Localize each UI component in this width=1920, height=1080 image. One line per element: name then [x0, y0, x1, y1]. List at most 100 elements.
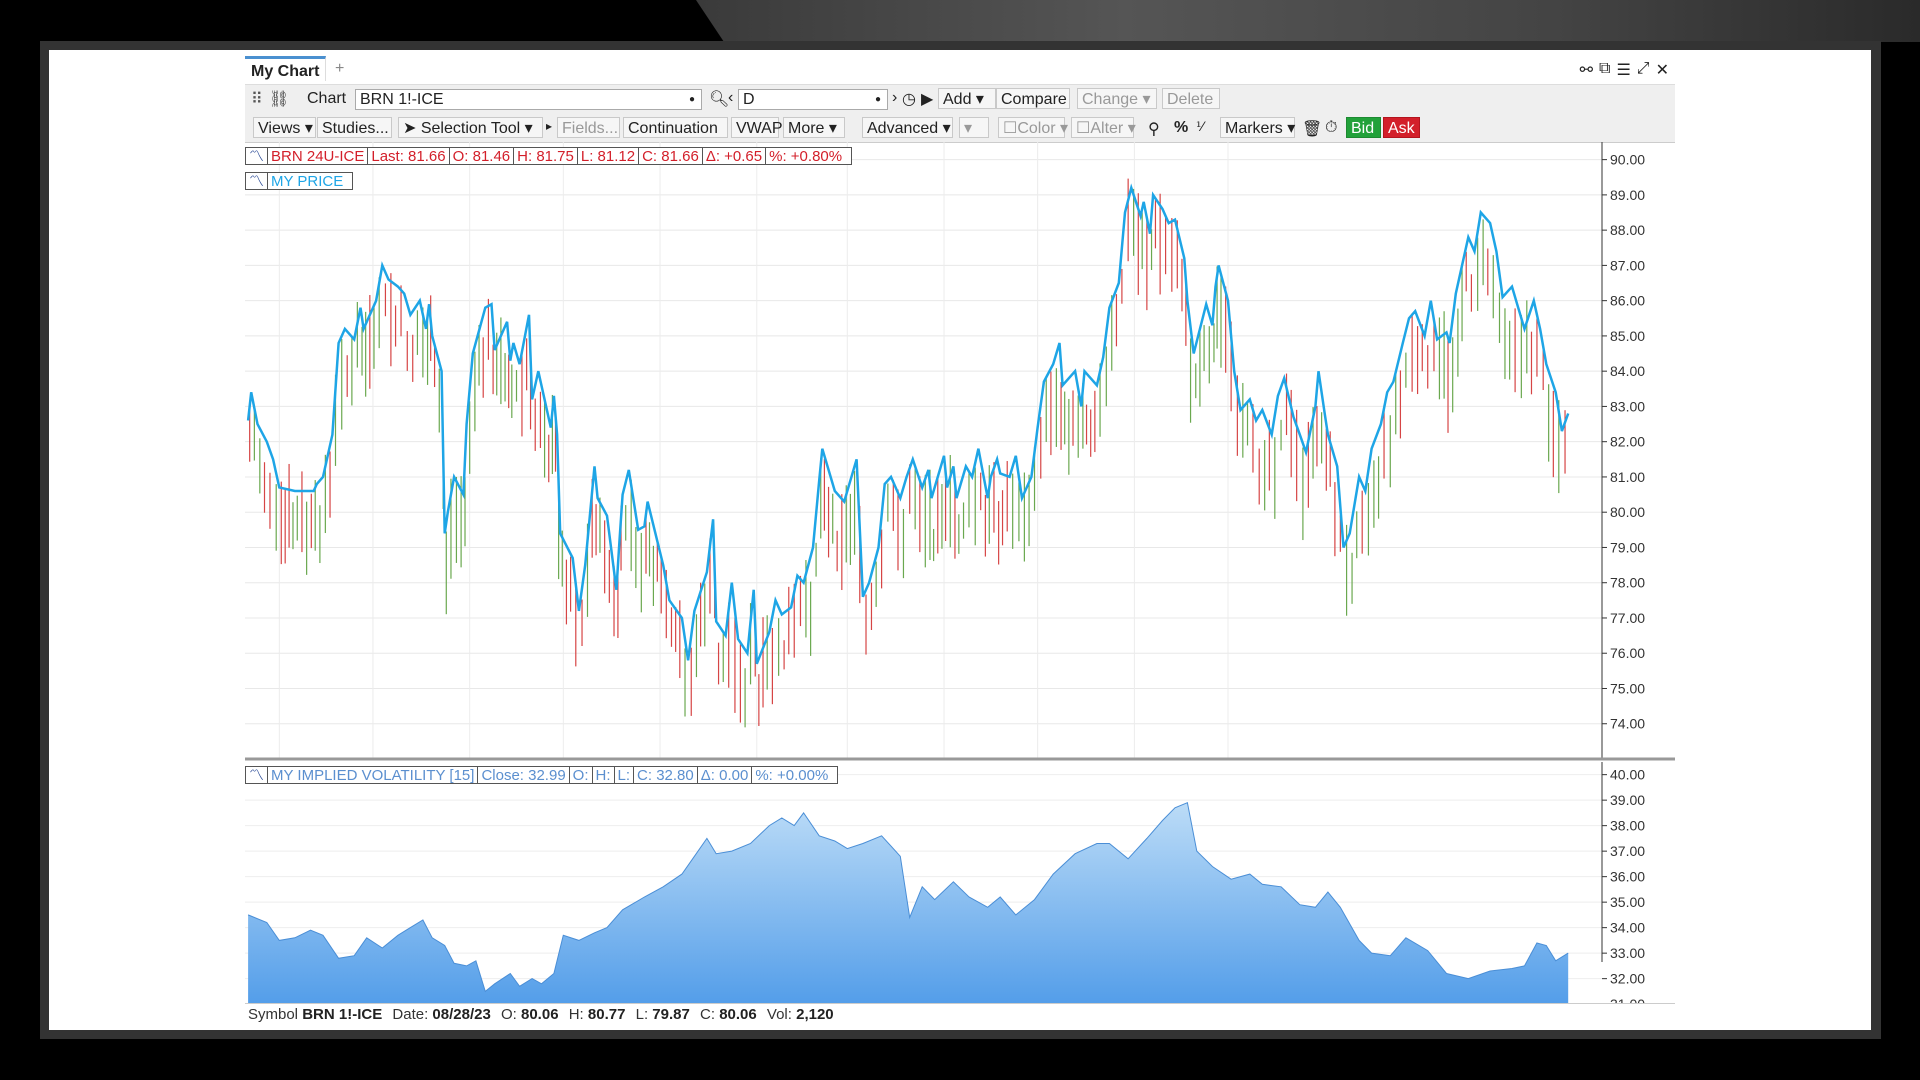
views-button[interactable]: Views ▾	[253, 117, 316, 138]
iv-legend-high: H:	[595, 767, 615, 784]
selection-tool-label: Selection Tool	[420, 120, 521, 137]
blank-dropdown[interactable]: ▾	[959, 117, 989, 138]
status-close-label: C:	[700, 1006, 716, 1023]
selection-tool-button[interactable]: ➤ Selection Tool ▾	[398, 117, 543, 138]
price-tick-label: 75.00	[1610, 680, 1645, 696]
iv-tick-label: 32.00	[1610, 971, 1645, 987]
legend-close: C: 81.66	[642, 148, 703, 165]
history-icon[interactable]: ◷	[902, 89, 916, 109]
change-button-label: Change	[1082, 91, 1139, 108]
period-input[interactable]: D ●	[738, 89, 888, 110]
legend-open: O: 81.46	[452, 148, 515, 165]
price-tick-label: 90.00	[1610, 152, 1645, 168]
price-legend[interactable]: 〽 BRN 24U-ICE Last: 81.66 O: 81.46 H: 81.75 L…	[245, 147, 853, 165]
iv-area	[248, 802, 1569, 1004]
chart-label: Chart	[307, 90, 347, 107]
add-button[interactable]: Add ▾	[938, 88, 996, 109]
period-input-value: D	[743, 91, 755, 108]
search-icon[interactable]: 🔍︎	[709, 89, 729, 109]
price-tick-label: 81.00	[1610, 469, 1645, 485]
legend-last: Last: 81.66	[371, 148, 450, 165]
chart-area[interactable]: 90.00 89.00 88.00 87.00 86.00 85.00 84.00 83.00…	[245, 142, 1675, 1004]
popout-icon[interactable]: ⧉	[1599, 60, 1610, 80]
price-tick-label: 85.00	[1610, 328, 1645, 344]
prev-period-icon[interactable]: ‹	[728, 89, 733, 107]
cursor-icon: ➤	[403, 120, 417, 137]
fields-button[interactable]: Fields...	[557, 117, 620, 138]
compare-button[interactable]: Compare	[996, 88, 1070, 109]
status-low: 79.87	[652, 1006, 690, 1023]
add-tab-button[interactable]: +	[335, 60, 344, 78]
my-price-legend[interactable]: 〽 MY PRICE	[245, 172, 354, 190]
price-axis-ticks: 90.00 89.00 88.00 87.00 86.00 85.00 84.00 83.00…	[1602, 152, 1645, 732]
price-tick-label: 82.00	[1610, 434, 1645, 450]
more-arrow-icon[interactable]: ▸	[546, 119, 552, 133]
iv-legend[interactable]: 〽 MY IMPLIED VOLATILITY [15] Close: 32.99 O…	[245, 766, 839, 784]
studies-button[interactable]: Studies...	[317, 117, 392, 138]
percent-button[interactable]: %	[1174, 119, 1188, 137]
color-button[interactable]: ☐Color ▾	[998, 117, 1068, 138]
line-chart-icon: 〽	[249, 767, 269, 784]
price-tick-label: 80.00	[1610, 504, 1645, 520]
advanced-label: Advanced	[867, 120, 939, 137]
status-open: 80.06	[521, 1006, 559, 1023]
next-period-icon[interactable]: ›	[892, 89, 897, 107]
trash-icon[interactable]: 🗑︎	[1302, 119, 1322, 139]
status-close: 80.06	[719, 1006, 757, 1023]
price-tick-label: 86.00	[1610, 293, 1645, 309]
continuation-button[interactable]: Continuation	[623, 117, 728, 138]
play-icon[interactable]: ▶	[921, 89, 933, 109]
advanced-button[interactable]: Advanced ▾	[862, 117, 953, 138]
legend-delta: Δ: +0.65	[705, 148, 767, 165]
expand-icon[interactable]: ⤢	[1637, 60, 1650, 80]
iv-legend-pct: %: +0.00%	[755, 767, 829, 784]
status-open-label: O:	[500, 1006, 517, 1023]
iv-tick-label: 38.00	[1610, 818, 1645, 834]
symbol-dropdown-icon[interactable]: ●	[689, 90, 695, 110]
close-icon[interactable]: ✕	[1656, 60, 1669, 80]
price-tick-label: 89.00	[1610, 187, 1645, 203]
symbol-input[interactable]: BRN 1!-ICE ●	[355, 89, 702, 110]
iv-tick-label: 35.00	[1610, 894, 1645, 910]
symbol-input-value: BRN 1!-ICE	[360, 91, 444, 108]
crosshair-icon[interactable]: ⚲	[1148, 119, 1160, 139]
iv-tick-label: 36.00	[1610, 869, 1645, 885]
iv-legend-close: Close: 32.99	[481, 767, 570, 784]
alter-button[interactable]: ☐Alter ▾	[1071, 117, 1136, 138]
link-icon[interactable]: ⚯	[1580, 60, 1593, 80]
tab-my-chart[interactable]: My Chart	[245, 56, 327, 81]
delete-button[interactable]: Delete	[1162, 88, 1220, 109]
status-high: 80.77	[587, 1006, 626, 1023]
iv-tick-label: 34.00	[1610, 920, 1645, 936]
line-chart-icon: 〽	[249, 173, 269, 190]
timer-icon[interactable]: ⏱︎	[1325, 119, 1337, 137]
price-tick-label: 88.00	[1610, 222, 1645, 238]
log-scale-icon[interactable]: ⅟	[1196, 119, 1203, 135]
status-bar: Symbol BRN 1!-ICE Date: 08/28/23 O: 80.0…	[245, 1003, 1675, 1026]
iv-tick-label: 39.00	[1610, 792, 1645, 808]
chart-app: My Chart + ⚯ ⧉ ☰ ⤢ ✕ ⠿ ⛓ Chart BRN 1!-IC…	[245, 50, 1675, 1030]
change-button[interactable]: Change ▾	[1077, 88, 1157, 109]
ask-button[interactable]: Ask	[1383, 117, 1420, 138]
price-tick-label: 78.00	[1610, 575, 1645, 591]
tab-bar: My Chart + ⚯ ⧉ ☰ ⤢ ✕	[245, 56, 1675, 82]
toolbar-primary: ⠿ ⛓ Chart BRN 1!-ICE ● 🔍︎ ‹ D ● › ◷ ▶ Ad…	[245, 84, 1675, 115]
more-button[interactable]: More ▾	[783, 117, 845, 138]
status-vol: 2,120	[796, 1006, 834, 1023]
vwap-button[interactable]: VWAP	[731, 117, 783, 138]
link-chart-icon[interactable]: ⛓	[269, 89, 289, 109]
iv-axis-ticks: 40.00 39.00 38.00 37.00 36.00 35.00 34.00 33.00…	[1602, 767, 1645, 1004]
status-symbol-label: Symbol	[248, 1006, 299, 1023]
price-tick-label: 77.00	[1610, 610, 1645, 626]
markers-label: Markers	[1225, 120, 1283, 137]
price-tick-label: 79.00	[1610, 539, 1645, 555]
color-label: Color	[1017, 120, 1056, 137]
legend-symbol: BRN 24U-ICE	[271, 148, 369, 165]
background-wedge	[696, 0, 1920, 42]
bid-button[interactable]: Bid	[1346, 117, 1381, 138]
markers-button[interactable]: Markers ▾	[1220, 117, 1295, 138]
menu-icon[interactable]: ☰	[1616, 60, 1630, 80]
drag-handle-icon[interactable]: ⠿	[251, 89, 263, 109]
price-tick-label: 76.00	[1610, 645, 1645, 661]
period-dropdown-icon[interactable]: ●	[875, 90, 881, 110]
